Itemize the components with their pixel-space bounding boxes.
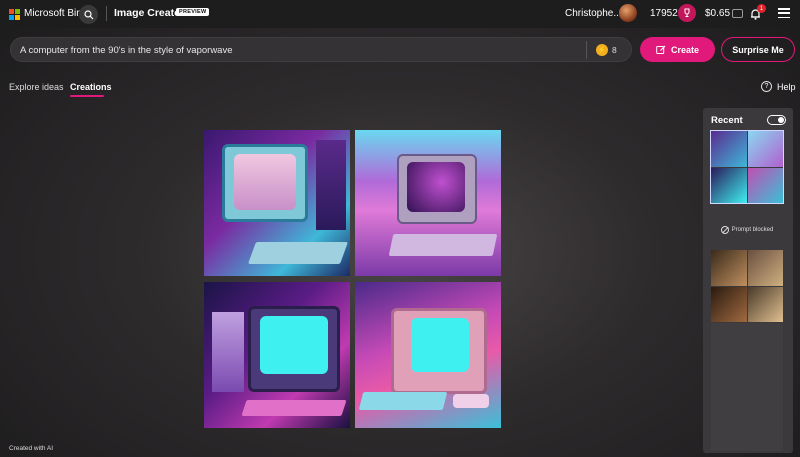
tab-explore-ideas[interactable]: Explore ideas [9,82,64,92]
microsoft-logo-icon[interactable] [9,9,20,20]
brand-name[interactable]: Microsoft Bing [24,8,87,19]
create-icon [656,45,666,54]
recent-empty-area [711,323,783,451]
prompt-input[interactable] [20,43,580,57]
boost-count: 8 [612,45,617,55]
search-icon [83,9,93,19]
recent-title: Recent [711,115,743,126]
generated-image-4[interactable] [355,282,501,428]
prompt-blocked-item[interactable]: Prompt blocked [711,215,783,245]
help-label: Help [777,81,796,92]
active-tab-indicator [70,95,104,97]
surprise-me-button[interactable]: Surprise Me [721,37,795,62]
rewards-points[interactable]: 17952 [650,8,678,19]
notification-count-badge: 1 [757,4,766,13]
recent-set-current[interactable] [710,130,784,204]
app-title[interactable]: Image Creator [114,7,185,19]
help-icon: ? [761,81,772,92]
generated-image-1[interactable] [204,130,350,276]
preview-badge: PREVIEW [176,8,210,16]
generated-image-3[interactable] [204,282,350,428]
prompt-box: ⚡ 8 [10,37,632,62]
footer-note: Created with AI [9,445,54,452]
trophy-icon [684,8,690,17]
boost-divider [586,41,587,59]
avatar[interactable] [619,4,637,22]
help-button[interactable]: ? Help [761,81,796,92]
boost-coin-icon[interactable]: ⚡ [596,44,608,56]
search-button[interactable] [79,5,98,24]
user-name[interactable]: Christophe... [565,8,622,19]
wallet-icon[interactable] [732,9,743,18]
toggle-knob [778,117,784,123]
generated-image-2[interactable] [355,130,501,276]
create-button[interactable]: Create [640,37,715,62]
top-bar: Microsoft Bing Image Creator PREVIEW Chr… [0,0,800,28]
recent-toggle[interactable] [767,115,786,125]
rewards-icon[interactable] [678,4,696,22]
wallet-balance[interactable]: $0.65 [705,8,730,19]
prompt-blocked-label: Prompt blocked [731,227,774,233]
recent-panel: Recent Prompt blocked [703,108,793,453]
create-label: Create [670,44,699,55]
tab-creations[interactable]: Creations [70,82,112,92]
blocked-icon [720,226,729,234]
header-divider [106,6,107,21]
recent-set-dogs[interactable] [711,250,783,322]
hamburger-menu-icon[interactable] [778,8,790,18]
